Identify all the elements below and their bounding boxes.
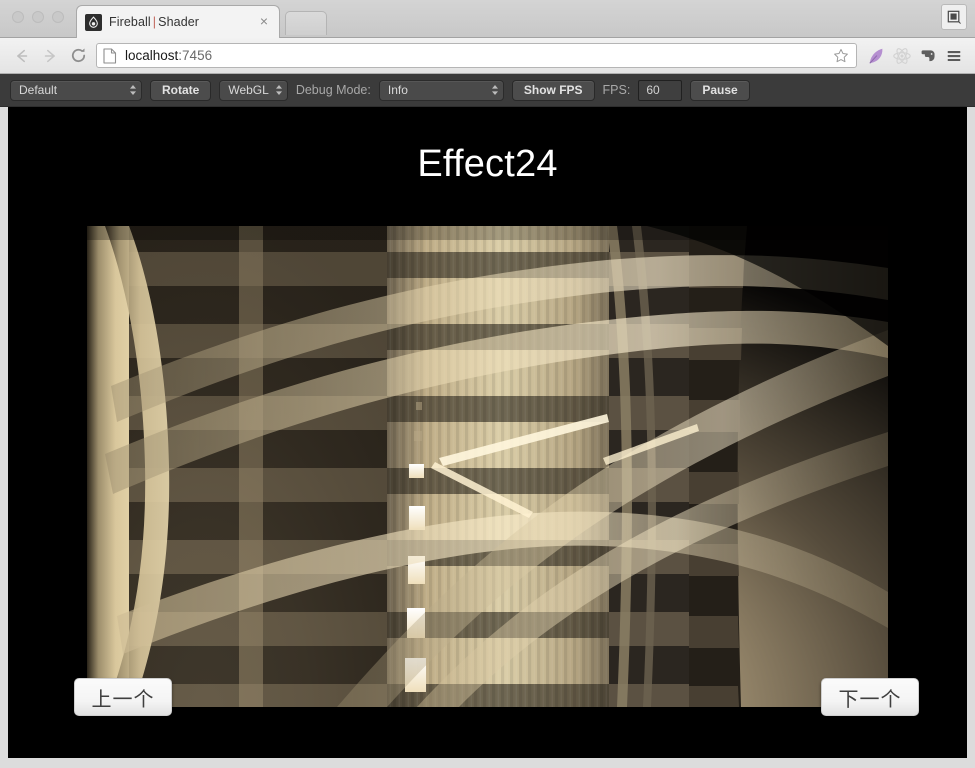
page-viewport: Effect24 上一个 下一个 <box>8 107 967 758</box>
react-atom-icon[interactable] <box>889 43 915 69</box>
url-port: :7456 <box>178 48 213 63</box>
browser-tab[interactable]: Fireball | Shader × <box>76 5 280 38</box>
render-backend-select[interactable]: WebGL <box>219 79 288 101</box>
window-options-button[interactable] <box>941 4 967 30</box>
stepper-arrows-icon <box>491 84 499 96</box>
evernote-elephant-icon[interactable] <box>915 43 941 69</box>
next-effect-button[interactable]: 下一个 <box>821 678 919 716</box>
address-bar-text[interactable]: localhost:7456 <box>125 48 832 63</box>
feather-icon[interactable] <box>863 43 889 69</box>
shader-app-toolbar: Default Rotate WebGL Debug Mode: Info Sh… <box>0 74 975 107</box>
hamburger-menu-icon[interactable] <box>941 43 967 69</box>
reload-icon[interactable] <box>64 42 92 70</box>
fireball-droplet-icon <box>85 13 102 31</box>
back-icon[interactable] <box>8 42 36 70</box>
tab-title-app: Fireball <box>109 15 151 29</box>
close-window-button[interactable] <box>12 11 24 23</box>
minimize-window-button[interactable] <box>32 11 44 23</box>
stepper-arrows-icon <box>275 84 283 96</box>
bookmark-star-icon[interactable] <box>832 48 850 64</box>
profile-select[interactable]: Default <box>10 79 142 101</box>
debug-mode-value: Info <box>387 83 408 97</box>
window-traffic-lights <box>12 11 64 23</box>
pause-button[interactable]: Pause <box>690 79 750 101</box>
page-title: Effect24 <box>417 143 558 185</box>
address-bar[interactable]: localhost:7456 <box>96 43 857 68</box>
shader-render <box>87 226 888 707</box>
stepper-arrows-icon <box>129 84 137 96</box>
tab-strip: Fireball | Shader × <box>0 0 975 38</box>
window-grid-icon <box>947 10 961 24</box>
rotate-button[interactable]: Rotate <box>150 79 212 101</box>
close-tab-icon[interactable]: × <box>257 14 271 29</box>
fps-input[interactable]: 60 <box>638 79 683 101</box>
new-tab-button[interactable] <box>285 11 327 35</box>
render-backend-value: WebGL <box>228 83 269 97</box>
previous-effect-button[interactable]: 上一个 <box>74 678 172 716</box>
debug-mode-label: Debug Mode: <box>295 83 371 97</box>
url-host: localhost <box>125 48 179 63</box>
browser-window: Fireball | Shader × localhost:7456 Defau… <box>0 0 975 768</box>
tab-title: Fireball | Shader <box>109 15 257 29</box>
tab-title-doc: Shader <box>158 15 200 29</box>
zoom-window-button[interactable] <box>52 11 64 23</box>
fps-label: FPS: <box>602 83 631 97</box>
profile-select-value: Default <box>19 83 58 97</box>
document-icon <box>103 47 119 64</box>
webgl-shader-canvas[interactable] <box>87 226 888 707</box>
show-fps-button[interactable]: Show FPS <box>511 79 595 101</box>
debug-mode-select[interactable]: Info <box>378 79 504 101</box>
forward-icon[interactable] <box>36 42 64 70</box>
browser-navigation-bar: localhost:7456 <box>0 38 975 74</box>
